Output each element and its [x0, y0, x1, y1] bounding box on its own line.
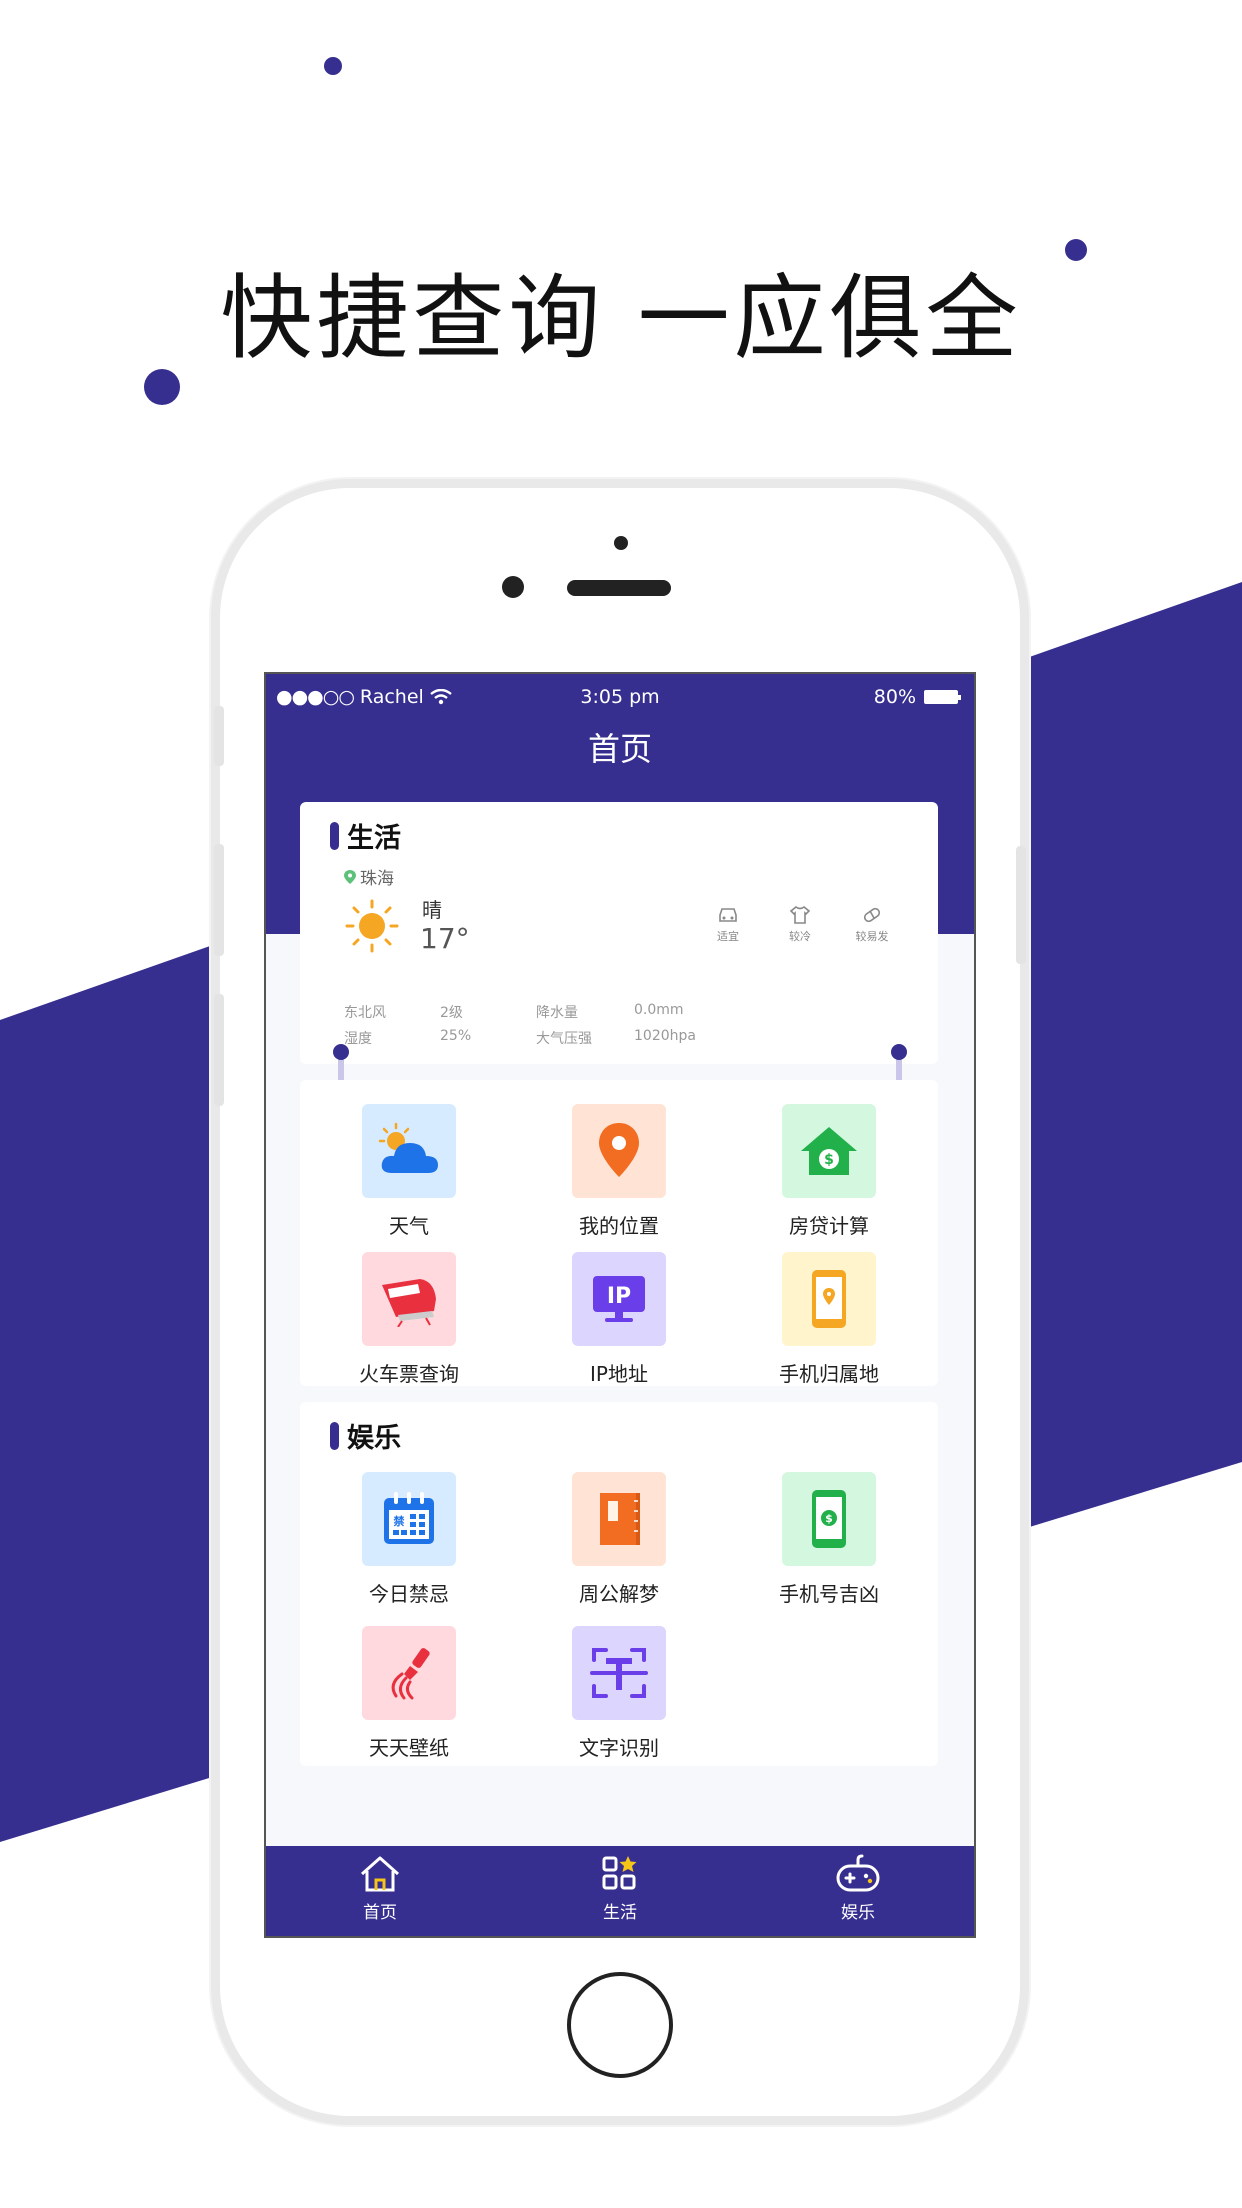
bottom-tab-bar: 首页 生活 娱乐	[266, 1846, 974, 1936]
battery-icon	[924, 690, 961, 704]
tool-weather[interactable]: 天气	[324, 1104, 494, 1239]
apps-icon	[602, 1856, 637, 1890]
phone-money-icon: $	[812, 1490, 846, 1548]
section-marker	[330, 1421, 339, 1450]
section-title-life: 生活	[330, 816, 401, 855]
svg-text:$: $	[825, 1512, 833, 1525]
svg-text:$: $	[824, 1152, 834, 1168]
house-money-icon: $	[801, 1127, 857, 1175]
weather-cloud-icon	[378, 1122, 438, 1173]
fun-tools-card: 娱乐 禁 今日禁忌 周公解梦 $ 手机号吉凶 天天壁纸 文字识别	[300, 1402, 938, 1766]
ip-monitor-icon: IP	[593, 1276, 645, 1322]
pill-icon	[863, 907, 881, 923]
mute-switch	[214, 706, 224, 766]
section-title-fun-label: 娱乐	[347, 1423, 401, 1454]
home-icon	[361, 1856, 399, 1892]
gamepad-icon	[836, 1854, 880, 1892]
volume-down-button	[214, 994, 224, 1106]
shirt-icon	[789, 906, 811, 924]
car-icon	[719, 908, 737, 922]
front-camera	[614, 536, 628, 550]
sun-icon	[345, 899, 399, 953]
pressure-value: 1020hpa	[634, 1028, 696, 1044]
humidity-value: 25%	[440, 1028, 472, 1044]
page-title: 首页	[587, 730, 652, 768]
tab-life[interactable]: 生活	[560, 1854, 680, 1923]
wind-level: 2级	[440, 1005, 463, 1021]
tool-today-taboo[interactable]: 禁 今日禁忌	[324, 1472, 494, 1607]
tool-mortgage-calculator[interactable]: $ 房贷计算	[744, 1104, 914, 1239]
tool-train-tickets[interactable]: 火车票查询	[324, 1252, 494, 1387]
weather-location[interactable]: 珠海	[344, 864, 394, 889]
precipitation-label: 降水量	[536, 1005, 578, 1021]
battery-level: 80%	[873, 686, 916, 708]
humidity-label: 湿度	[344, 1031, 372, 1047]
location-small-icon	[344, 869, 356, 884]
phone-location-icon	[812, 1270, 846, 1328]
app-screen: ●●●○○ Rachel 3:05 pm 80% 首页 生活 珠海 晴 17° …	[264, 672, 976, 1938]
index-car: 适宜	[698, 906, 758, 944]
index-clothing: 较冷	[770, 906, 830, 944]
life-weather-card: 生活 珠海 晴 17° 适宜 较冷 较易发 东北风 2级 降水量 0.0mm 湿…	[300, 802, 938, 1064]
tool-ip-address[interactable]: IP IP地址	[534, 1252, 704, 1387]
tab-fun[interactable]: 娱乐	[798, 1854, 918, 1923]
tool-phone-location[interactable]: 手机归属地	[744, 1252, 914, 1387]
tool-phone-number-fortune[interactable]: $ 手机号吉凶	[744, 1472, 914, 1607]
power-button	[1016, 846, 1026, 964]
front-sensor	[502, 576, 524, 598]
life-tools-card: 天气 我的位置 $ 房贷计算 火车票查询 IP IP地址 手机归属地	[300, 1080, 938, 1386]
speaker	[567, 580, 671, 596]
weather-city: 珠海	[360, 869, 394, 889]
weather-temperature: 17°	[420, 922, 470, 955]
section-title-fun: 娱乐	[330, 1416, 401, 1455]
location-pin-icon	[599, 1123, 639, 1177]
tab-home[interactable]: 首页	[320, 1854, 440, 1923]
tool-my-location[interactable]: 我的位置	[534, 1104, 704, 1239]
svg-text:IP: IP	[607, 1284, 631, 1309]
weather-condition: 晴	[422, 898, 442, 922]
headline: 快捷查询 一应俱全	[220, 265, 1022, 372]
train-icon	[382, 1279, 436, 1327]
book-icon	[600, 1493, 640, 1545]
section-marker	[330, 821, 339, 850]
calendar-icon: 禁	[384, 1492, 434, 1544]
tool-text-recognition[interactable]: 文字识别	[534, 1626, 704, 1761]
tool-daily-wallpaper[interactable]: 天天壁纸	[324, 1626, 494, 1761]
home-button[interactable]	[567, 1972, 673, 2078]
tool-dream-interpretation[interactable]: 周公解梦	[534, 1472, 704, 1607]
svg-text:禁: 禁	[394, 1514, 405, 1528]
precipitation-value: 0.0mm	[634, 1002, 684, 1018]
volume-up-button	[214, 844, 224, 956]
wind-direction: 东北风	[344, 1005, 386, 1021]
status-bar: ●●●○○ Rachel 3:05 pm 80%	[266, 682, 974, 712]
section-title-life-label: 生活	[347, 823, 401, 854]
brush-icon	[391, 1648, 430, 1700]
pressure-label: 大气压强	[536, 1031, 592, 1047]
index-cold: 较易发	[842, 906, 902, 944]
status-time: 3:05 pm	[580, 686, 660, 708]
text-scan-icon	[590, 1648, 648, 1698]
